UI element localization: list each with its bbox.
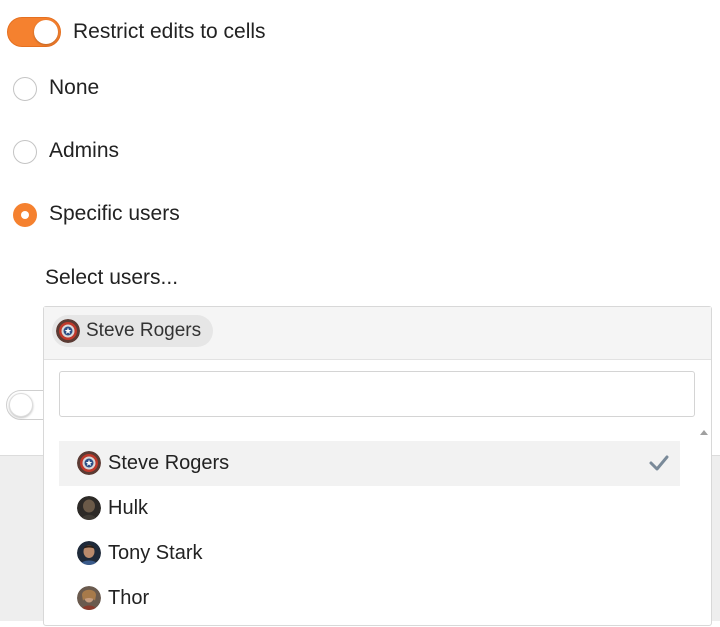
hulk-avatar-icon	[77, 496, 101, 520]
user-option[interactable]: Steve Rogers	[59, 441, 680, 486]
user-multiselect[interactable]: Steve Rogers Steve Rogers Hulk Tony Star…	[43, 306, 712, 626]
user-option[interactable]: Thor	[59, 576, 680, 621]
restrict-edits-toggle[interactable]	[7, 17, 61, 47]
captain-america-shield-icon	[77, 451, 101, 475]
toggle-knob	[34, 20, 58, 44]
checkmark-icon	[649, 455, 669, 471]
user-search-input[interactable]	[59, 371, 695, 417]
captain-america-shield-icon	[56, 319, 80, 343]
radio-specific-users[interactable]	[13, 203, 37, 227]
user-option-label: Hulk	[108, 497, 149, 519]
thor-avatar-icon	[77, 586, 101, 610]
tony-stark-avatar-icon	[77, 541, 101, 565]
restrict-edits-label: Restrict edits to cells	[73, 20, 266, 43]
chip-label: Steve Rogers	[86, 320, 202, 341]
select-users-label: Select users...	[45, 266, 179, 289]
scroll-up-arrow-icon[interactable]	[700, 430, 708, 435]
user-option-label: Thor	[108, 587, 150, 609]
user-option-label: Steve Rogers	[108, 452, 230, 474]
radio-none-label[interactable]: None	[49, 76, 99, 100]
radio-admins[interactable]	[13, 140, 37, 164]
user-option[interactable]: Hulk	[59, 486, 680, 531]
options-scrollbar[interactable]	[696, 427, 712, 627]
toggle-knob	[9, 393, 33, 417]
radio-none[interactable]	[13, 77, 37, 101]
selected-users-area[interactable]: Steve Rogers	[44, 307, 711, 360]
user-option[interactable]: Tony Stark	[59, 531, 680, 576]
selected-user-chip[interactable]: Steve Rogers	[52, 315, 214, 347]
radio-admins-label[interactable]: Admins	[49, 139, 119, 163]
radio-specific-users-label[interactable]: Specific users	[49, 202, 180, 226]
user-option-label: Tony Stark	[108, 542, 203, 564]
